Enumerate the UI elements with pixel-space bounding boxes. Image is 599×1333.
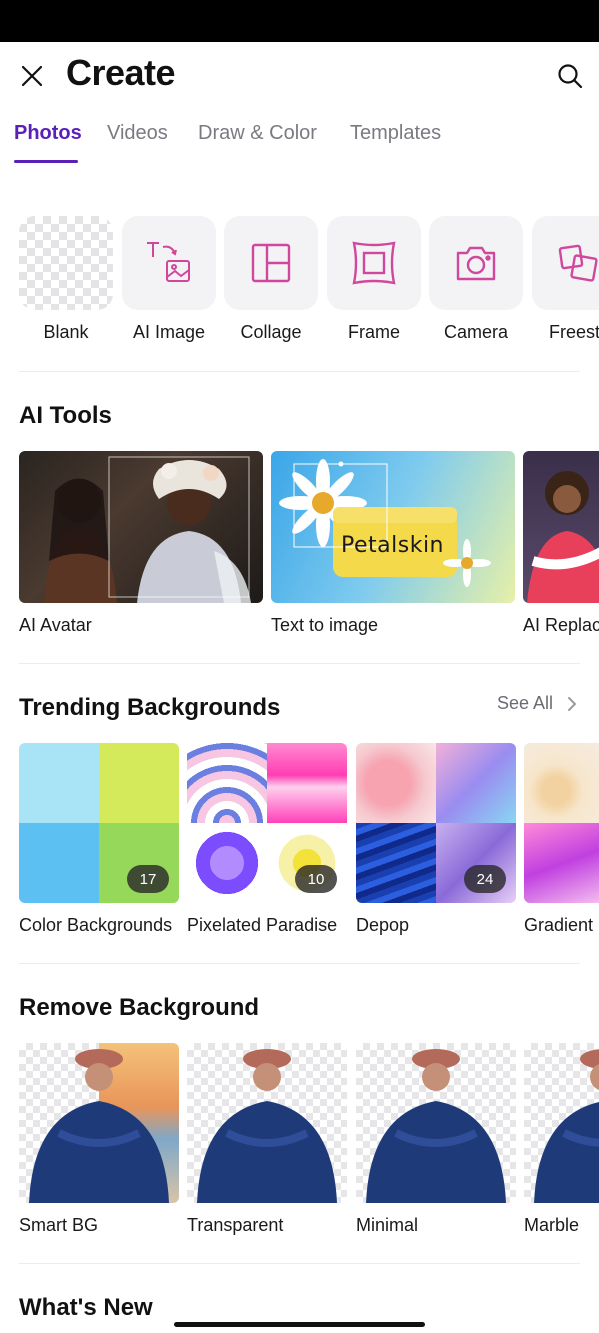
text-to-image-icon bbox=[147, 242, 190, 282]
text-to-image-label: Text to image bbox=[271, 615, 379, 635]
pixelated-paradise-thumbnail: 10 bbox=[187, 743, 347, 903]
rb-card-label: Marble bbox=[524, 1215, 580, 1235]
remove-background-title: Remove Background bbox=[19, 994, 260, 1021]
minimal-thumbnail bbox=[356, 1043, 516, 1203]
bg-card-label: Color Backgrounds bbox=[19, 915, 173, 935]
collage-layout-icon bbox=[251, 243, 291, 283]
create-collage-label: Collage bbox=[240, 322, 302, 342]
section-divider bbox=[19, 663, 580, 664]
text-to-image-card[interactable]: Petalskin Text to image bbox=[271, 451, 515, 636]
create-frame-label: Frame bbox=[347, 322, 400, 342]
trending-backgrounds-title: Trending Backgrounds bbox=[19, 694, 281, 721]
ai-tools-row: AI Avatar Petalskin Text to image AI Rep… bbox=[0, 451, 599, 641]
text-to-image-thumbnail: Petalskin bbox=[271, 451, 515, 603]
freestyle-icon bbox=[558, 244, 598, 282]
remove-background-row: Smart BG Transparent Minimal Marble bbox=[0, 1043, 599, 1243]
ai-tools-title: AI Tools bbox=[19, 402, 112, 429]
tab-photos[interactable]: Photos bbox=[14, 122, 82, 145]
petalskin-brand-text: Petalskin bbox=[341, 533, 444, 558]
create-blank-label: Blank bbox=[43, 322, 89, 342]
transparent-grid-icon bbox=[19, 216, 113, 310]
count-badge: 10 bbox=[295, 865, 337, 893]
marble-thumbnail bbox=[524, 1043, 599, 1203]
rb-card-minimal[interactable]: Minimal bbox=[356, 1043, 516, 1236]
chevron-right-icon bbox=[568, 696, 577, 711]
transparent-thumbnail bbox=[187, 1043, 347, 1203]
bg-card-color-backgrounds[interactable]: 17 Color Backgrounds bbox=[19, 743, 179, 936]
frame-icon bbox=[352, 241, 396, 285]
create-blank[interactable]: Blank bbox=[19, 216, 113, 343]
search-icon bbox=[558, 64, 583, 89]
bg-card-pixelated-paradise[interactable]: 10 Pixelated Paradise bbox=[187, 743, 347, 936]
see-all-label: See All bbox=[497, 693, 554, 713]
close-button[interactable] bbox=[18, 62, 46, 90]
create-camera[interactable]: Camera bbox=[429, 216, 523, 343]
count-badge: 17 bbox=[127, 865, 169, 893]
create-frame[interactable]: Frame bbox=[327, 216, 421, 343]
tab-draw-color[interactable]: Draw & Color bbox=[198, 122, 317, 145]
tab-videos[interactable]: Videos bbox=[107, 122, 168, 145]
rb-card-label: Smart BG bbox=[19, 1215, 99, 1235]
active-tab-indicator bbox=[14, 160, 78, 163]
page-title: Create bbox=[66, 52, 176, 93]
count-badge: 24 bbox=[464, 865, 506, 893]
search-button[interactable] bbox=[554, 60, 586, 92]
see-all-link[interactable]: See All bbox=[497, 693, 577, 714]
section-divider bbox=[19, 963, 580, 964]
bg-card-label: Gradient bbox=[524, 915, 594, 935]
ai-avatar-label: AI Avatar bbox=[19, 615, 92, 635]
ai-replace-card[interactable]: AI Replac bbox=[523, 451, 599, 636]
create-collage[interactable]: Collage bbox=[224, 216, 318, 343]
create-options-row: Blank AI Image Collage Frame Camera Free… bbox=[0, 216, 599, 356]
create-camera-label: Camera bbox=[443, 322, 509, 342]
create-freestyle-label: Freesty bbox=[548, 322, 599, 342]
tab-bar: Photos Videos Draw & Color Templates bbox=[0, 118, 599, 164]
status-bar bbox=[0, 0, 599, 42]
create-ai-image[interactable]: AI Image bbox=[122, 216, 216, 343]
section-divider bbox=[19, 371, 580, 372]
depop-thumbnail: 24 bbox=[356, 743, 516, 903]
create-freestyle[interactable]: Freesty bbox=[532, 216, 599, 343]
rb-card-marble[interactable]: Marble bbox=[524, 1043, 599, 1236]
rb-card-transparent[interactable]: Transparent bbox=[187, 1043, 347, 1236]
gradient-thumbnail bbox=[524, 743, 599, 903]
trending-backgrounds-row: 17 Color Backgrounds 10 Pixelated Paradi… bbox=[0, 743, 599, 943]
tab-templates[interactable]: Templates bbox=[350, 122, 441, 145]
ai-replace-image bbox=[523, 451, 599, 603]
home-indicator bbox=[174, 1322, 425, 1327]
bg-card-label: Pixelated Paradise bbox=[187, 915, 338, 935]
bg-card-depop[interactable]: 24 Depop bbox=[356, 743, 516, 936]
create-ai-image-label: AI Image bbox=[132, 322, 206, 342]
ai-replace-label: AI Replac bbox=[523, 615, 599, 635]
ai-avatar-image bbox=[19, 451, 263, 603]
header: Create bbox=[0, 42, 599, 108]
camera-icon bbox=[456, 246, 496, 281]
bg-card-gradient[interactable]: Gradient bbox=[524, 743, 599, 936]
ai-avatar-card[interactable]: AI Avatar bbox=[19, 451, 263, 636]
rb-card-label: Transparent bbox=[187, 1215, 284, 1235]
section-divider bbox=[19, 1263, 580, 1264]
bg-card-label: Depop bbox=[356, 915, 410, 935]
color-backgrounds-thumbnail: 17 bbox=[19, 743, 179, 903]
rb-card-label: Minimal bbox=[356, 1215, 419, 1235]
close-icon bbox=[21, 65, 43, 87]
smart-bg-thumbnail bbox=[19, 1043, 179, 1203]
rb-card-smart-bg[interactable]: Smart BG bbox=[19, 1043, 179, 1236]
